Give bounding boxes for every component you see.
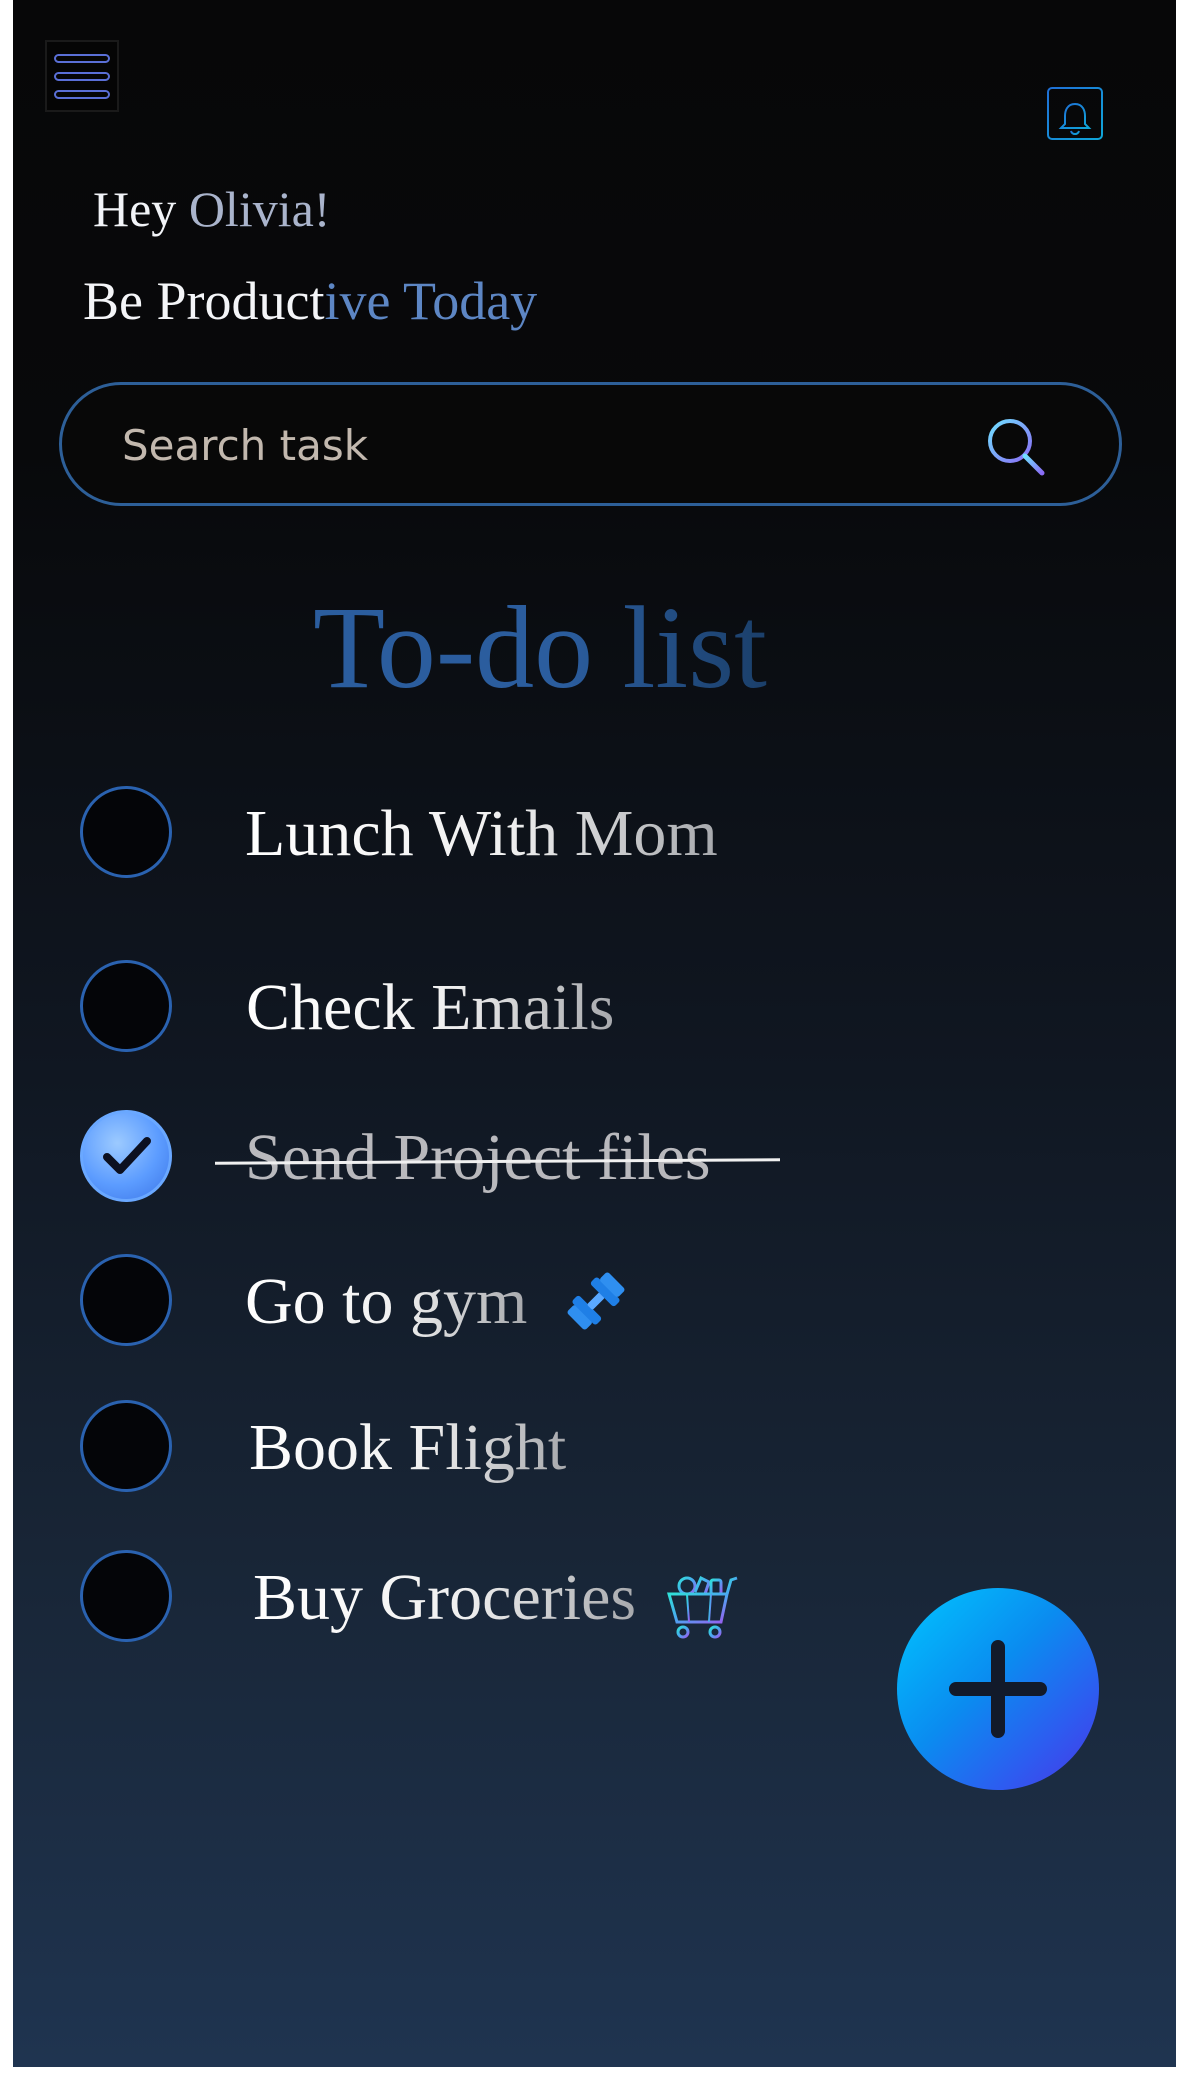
add-task-button[interactable] (897, 1588, 1099, 1790)
task-label[interactable]: Buy Groceries (253, 1560, 636, 1636)
search-input[interactable] (120, 411, 940, 479)
todo-item: Book Flight (13, 1400, 1013, 1500)
greeting-prefix: Hey (93, 181, 189, 237)
app-screen: Hey Olivia! Be Productive Today To-do li… (13, 0, 1176, 2067)
menu-bar (54, 89, 110, 99)
menu-bar (54, 71, 110, 81)
task-label[interactable]: Send Project files (245, 1120, 711, 1196)
todo-item: Buy Groceries (13, 1550, 1013, 1650)
tagline: Be Productive Today (83, 270, 537, 332)
task-label[interactable]: Go to gym (245, 1264, 527, 1340)
task-checkbox[interactable] (80, 960, 172, 1052)
todo-item: Go to gym (13, 1254, 1013, 1354)
calendar-bell-icon[interactable] (1045, 82, 1105, 142)
todo-item: Check Emails (13, 960, 1013, 1060)
task-checkbox[interactable] (80, 1400, 172, 1492)
todo-item: Lunch With Mom (13, 786, 1013, 886)
shopping-cart-icon (665, 1572, 738, 1642)
task-checkbox[interactable] (80, 786, 172, 878)
task-label[interactable]: Lunch With Mom (245, 796, 718, 872)
hamburger-menu-icon[interactable] (45, 40, 119, 112)
task-label[interactable]: Check Emails (246, 970, 614, 1046)
dumbbell-icon (561, 1266, 631, 1336)
page-title: To-do list (313, 580, 767, 716)
task-checkbox[interactable] (80, 1254, 172, 1346)
tagline-main: Be Product (83, 271, 325, 331)
menu-bar (54, 53, 110, 63)
task-label[interactable]: Book Flight (249, 1410, 566, 1486)
task-checkbox-checked[interactable] (80, 1110, 172, 1202)
task-checkbox[interactable] (80, 1550, 172, 1642)
tagline-accent: ive Today (324, 271, 538, 331)
greeting: Hey Olivia! (93, 180, 330, 238)
checkmark-icon (103, 1137, 151, 1174)
todo-item: Send Project files (13, 1110, 1013, 1210)
plus-icon (949, 1640, 1047, 1738)
search-bar (59, 382, 1122, 506)
search-icon[interactable] (984, 415, 1048, 479)
greeting-name: Olivia! (188, 181, 331, 237)
